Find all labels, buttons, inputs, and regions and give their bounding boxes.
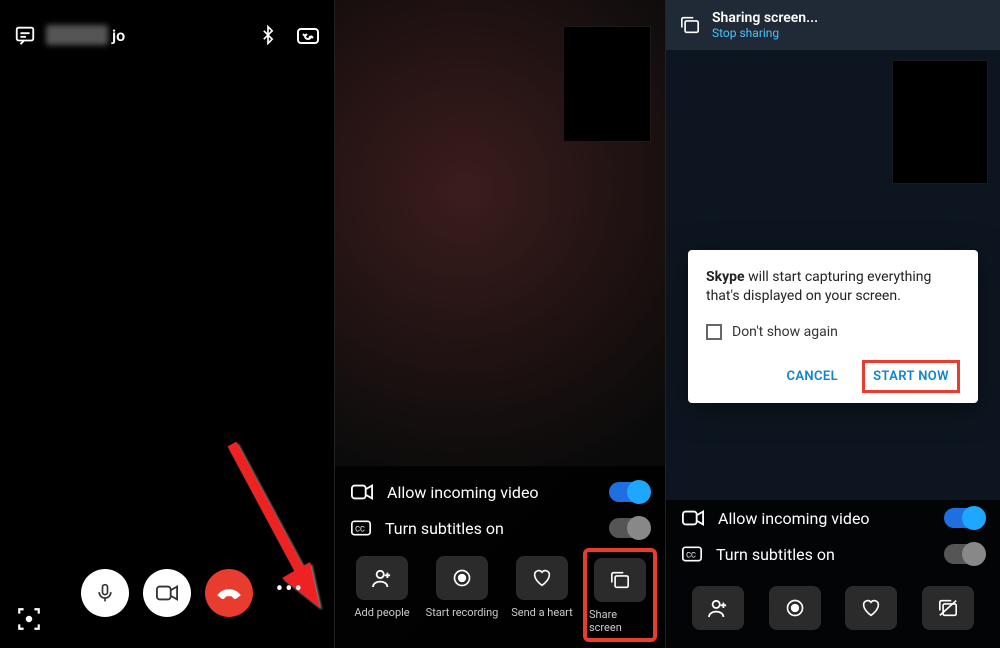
cc-icon: CC bbox=[351, 520, 371, 536]
start-now-button[interactable]: START NOW bbox=[862, 360, 960, 393]
cancel-button[interactable]: CANCEL bbox=[778, 363, 846, 390]
heart-icon bbox=[516, 556, 568, 600]
heart-button[interactable] bbox=[845, 586, 897, 630]
add-people-button[interactable] bbox=[692, 586, 744, 630]
screen-capture-dialog: Skype will start capturing everything th… bbox=[688, 250, 978, 403]
sharing-title: Sharing screen... bbox=[712, 10, 818, 26]
share-screen-label: Share screen bbox=[589, 608, 651, 634]
record-icon bbox=[436, 556, 488, 600]
start-recording-cell[interactable]: Start recording bbox=[425, 556, 499, 636]
stop-share-button[interactable] bbox=[922, 586, 974, 630]
add-people-cell[interactable]: Add people bbox=[345, 556, 419, 636]
share-screen-cell[interactable]: Share screen bbox=[583, 548, 657, 642]
self-video-pip[interactable] bbox=[563, 26, 651, 142]
username-blurred bbox=[46, 25, 108, 45]
send-heart-label: Send a heart bbox=[511, 606, 573, 619]
video-incoming-icon bbox=[682, 510, 704, 526]
call-topbar: jo bbox=[0, 0, 334, 46]
allow-incoming-video-toggle[interactable] bbox=[944, 508, 984, 528]
share-screen-icon bbox=[680, 16, 700, 34]
allow-incoming-video-toggle[interactable] bbox=[609, 482, 649, 502]
call-screen-panel: jo bbox=[0, 0, 334, 648]
video-incoming-icon bbox=[351, 484, 373, 500]
mic-button[interactable] bbox=[81, 569, 129, 617]
more-options-button[interactable]: ••• bbox=[276, 577, 304, 602]
self-video-pip[interactable] bbox=[892, 60, 988, 184]
record-button[interactable] bbox=[769, 586, 821, 630]
allow-incoming-video-label: Allow incoming video bbox=[387, 483, 539, 502]
call-options-sheet: Allow incoming video CC Turn subtitles o… bbox=[666, 500, 1000, 648]
cc-icon: CC bbox=[682, 546, 702, 562]
turn-subtitles-label: Turn subtitles on bbox=[716, 545, 835, 564]
svg-text:CC: CC bbox=[355, 524, 365, 533]
turn-subtitles-label: Turn subtitles on bbox=[385, 519, 504, 538]
framing-icon[interactable] bbox=[16, 606, 42, 632]
add-people-label: Add people bbox=[354, 606, 409, 619]
share-screen-icon bbox=[594, 558, 646, 602]
dont-show-checkbox[interactable] bbox=[706, 324, 722, 340]
dialog-message: Skype will start capturing everything th… bbox=[706, 268, 960, 306]
dont-show-label: Don't show again bbox=[732, 324, 838, 340]
add-people-icon bbox=[356, 556, 408, 600]
allow-incoming-video-label: Allow incoming video bbox=[718, 509, 870, 528]
bluetooth-icon[interactable] bbox=[258, 24, 278, 46]
share-menu-panel: Allow incoming video CC Turn subtitles o… bbox=[334, 0, 666, 648]
svg-text:CC: CC bbox=[686, 550, 696, 559]
subtitles-toggle[interactable] bbox=[609, 518, 649, 538]
hangup-button[interactable] bbox=[205, 569, 253, 617]
start-recording-label: Start recording bbox=[426, 606, 499, 619]
chat-icon[interactable] bbox=[14, 24, 36, 46]
call-bottombar: ••• bbox=[0, 538, 334, 648]
subtitles-toggle[interactable] bbox=[944, 544, 984, 564]
camera-flip-icon[interactable] bbox=[296, 25, 320, 45]
video-button[interactable] bbox=[143, 569, 191, 617]
username-suffix: jo bbox=[112, 26, 125, 45]
stop-sharing-link[interactable]: Stop sharing bbox=[712, 26, 818, 40]
sharing-banner: Sharing screen... Stop sharing bbox=[666, 0, 1000, 50]
call-options-sheet: Allow incoming video CC Turn subtitles o… bbox=[335, 466, 665, 648]
send-heart-cell[interactable]: Send a heart bbox=[505, 556, 579, 636]
sharing-confirm-panel: Sharing screen... Stop sharing Skype wil… bbox=[666, 0, 1000, 648]
